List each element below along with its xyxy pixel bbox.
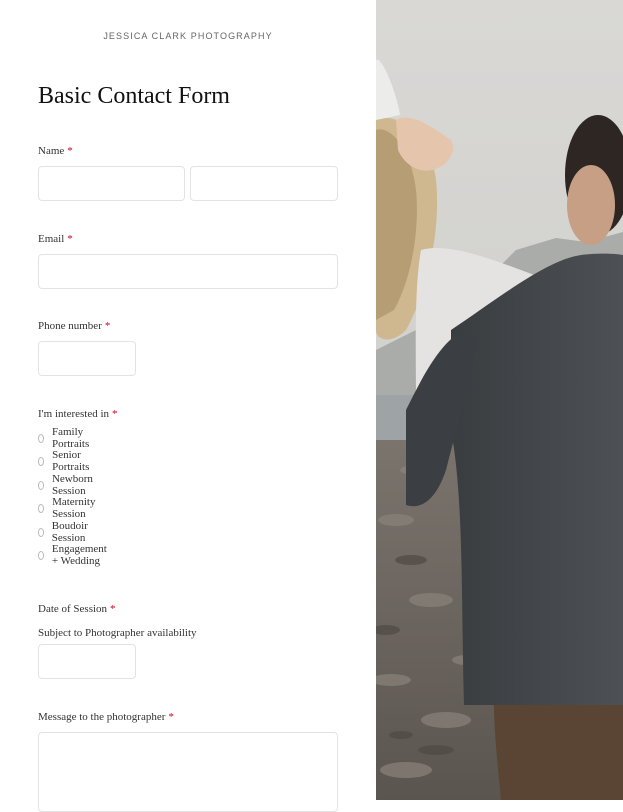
radio-button[interactable] [38, 527, 44, 537]
interest-option-boudoir-session[interactable]: Boudoir Session [38, 520, 91, 544]
required-marker: * [67, 233, 73, 245]
form-title: Basic Contact Form [38, 83, 230, 109]
contact-form-panel: JESSICA CLARK PHOTOGRAPHY Basic Contact … [0, 0, 376, 812]
date-input[interactable] [38, 644, 136, 679]
interest-option-maternity-session[interactable]: Maternity Session [38, 496, 98, 520]
first-name-input[interactable] [38, 166, 185, 201]
name-label: Name * [38, 145, 73, 157]
couple-photo-illustration [376, 0, 623, 800]
interest-label: I'm interested in * [38, 408, 118, 420]
hero-photo [376, 0, 623, 800]
interest-option-senior-portraits[interactable]: Senior Portraits [38, 449, 92, 473]
radio-button[interactable] [38, 503, 45, 513]
interest-option-newborn-session[interactable]: Newborn Session [38, 473, 96, 497]
radio-button[interactable] [38, 456, 45, 466]
required-marker: * [168, 711, 174, 723]
email-label: Email * [38, 233, 73, 245]
interest-option-family-portraits[interactable]: Family Portraits [38, 426, 92, 450]
required-marker: * [112, 408, 118, 420]
required-marker: * [104, 320, 111, 332]
required-marker: * [67, 145, 73, 157]
radio-button[interactable] [38, 480, 44, 490]
interest-option-engagement-wedding[interactable]: Engagement + Wedding [38, 543, 110, 567]
message-textarea[interactable] [38, 732, 338, 812]
date-sublabel: Subject to Photographer availability [38, 627, 197, 639]
last-name-input[interactable] [190, 166, 338, 201]
email-input[interactable] [38, 254, 338, 289]
phone-input[interactable] [38, 341, 136, 376]
brand-name: JESSICA CLARK PHOTOGRAPHY [103, 31, 273, 41]
date-label: Date of Session * [38, 603, 116, 615]
required-marker: * [110, 603, 116, 615]
radio-button[interactable] [38, 550, 44, 560]
message-label: Message to the photographer * [38, 711, 174, 723]
radio-button[interactable] [38, 433, 44, 443]
phone-label: Phone number * [38, 320, 111, 332]
